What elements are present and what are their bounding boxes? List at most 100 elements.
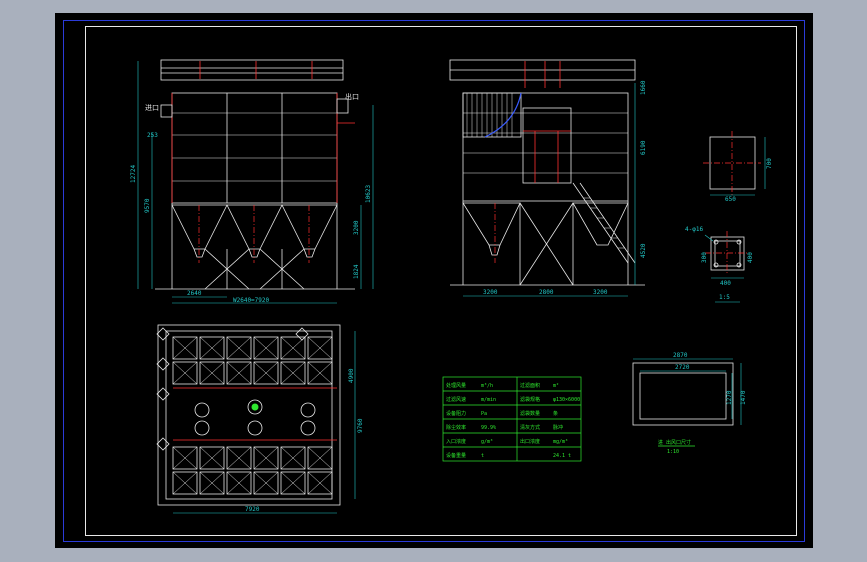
dim-bottom-total: W2640=7920 (233, 297, 270, 304)
plan-marker (251, 403, 259, 411)
filter-cell (253, 336, 279, 360)
detail-a: 700 650 (703, 131, 773, 203)
dim-side-bottom-mid: 2800 (539, 289, 554, 296)
dim-side-mid: 6190 (640, 140, 647, 155)
spec-cell: 滤袋规格 (520, 396, 540, 403)
dim-side-low: 4520 (640, 243, 647, 258)
dim-level-a: 253 (147, 132, 158, 139)
filter-cell (172, 336, 198, 360)
side-hopper-2 (572, 202, 629, 246)
detail-c-caption: 进 出风口尺寸 (658, 439, 691, 446)
spec-cell: 24.1 t (553, 453, 571, 459)
filter-cell (199, 336, 225, 360)
dim-side-top: 1660 (640, 80, 647, 95)
plan-width: 7920 (245, 506, 260, 513)
spec-cell: mg/m³ (553, 439, 568, 445)
spec-cell: 出口浓度 (520, 438, 540, 445)
front-housing (171, 92, 338, 204)
filter-cell (199, 471, 225, 495)
spec-cell: 除尘效率 (446, 424, 466, 431)
dim-side-bottom-right: 3200 (593, 289, 608, 296)
filter-cell (253, 446, 279, 470)
spec-cell: 处理风量 (446, 382, 466, 389)
filter-cell (226, 471, 252, 495)
plan-view: 7920 4900 9760 (156, 324, 364, 514)
detail-c-outer-width: 2870 (673, 352, 688, 359)
cad-viewport[interactable]: 进口 出口 253 12724 9570 10623 3200 1824 264… (55, 13, 813, 548)
detail-b-right: 400 (747, 252, 754, 263)
detail-b-callout: 4-φ16 (685, 226, 703, 233)
detail-c-inner-height: 1270 (726, 390, 733, 405)
side-housing (462, 92, 629, 202)
filter-cell (226, 361, 252, 385)
detail-c-scale: 1:10 (667, 449, 679, 455)
outlet-duct (336, 98, 349, 114)
filter-cell (307, 361, 333, 385)
filter-cell (280, 446, 306, 470)
detail-a-height: 700 (766, 158, 773, 169)
front-hopper-2 (226, 204, 283, 258)
spec-cell: 脉冲 (553, 424, 563, 431)
dim-level-b: 9570 (144, 198, 151, 213)
filter-cell (172, 446, 198, 470)
filter-cell (172, 361, 198, 385)
dim-leg-height: 1824 (353, 264, 360, 279)
filter-grid (172, 336, 333, 495)
spec-cell: 入口浓度 (446, 438, 466, 445)
spec-cell: m² (553, 383, 559, 389)
detail-b-left: 300 (701, 252, 708, 263)
spec-cell: m/min (481, 397, 496, 403)
detail-a-width: 650 (725, 196, 736, 203)
filter-cell (199, 361, 225, 385)
spec-cell: m³/h (481, 383, 493, 389)
side-elevation: 1660 6190 4520 3200 2800 3200 (449, 59, 647, 297)
dim-hopper-height: 3200 (353, 220, 360, 235)
dim-side-bottom-left: 3200 (483, 289, 498, 296)
drawing-canvas: 进口 出口 253 12724 9570 10623 3200 1824 264… (130, 59, 773, 514)
filter-cell (253, 471, 279, 495)
spec-cell: t (481, 453, 484, 459)
detail-c-inner-width: 2720 (675, 364, 690, 371)
filter-cell (280, 471, 306, 495)
dim-bottom-left: 2640 (187, 290, 202, 297)
filter-cell (253, 361, 279, 385)
filter-cell (199, 446, 225, 470)
inlet-duct (160, 104, 173, 118)
plan-right-bottom: 9760 (357, 418, 364, 433)
detail-b-tag: 1:5 (719, 294, 730, 301)
filter-cell (226, 446, 252, 470)
filter-cell (307, 471, 333, 495)
front-hopper-3 (281, 204, 338, 258)
detail-b-bottom: 400 (720, 280, 731, 287)
inlet-label: 进口 (145, 104, 159, 112)
filter-cell (172, 471, 198, 495)
plan-right-top: 4900 (348, 368, 355, 383)
spec-table: 处理风量 m³/h 过滤面积 m² 过滤风速 m/min 滤袋规格 φ130×6000 设备阻力… (442, 376, 582, 462)
filter-cell (280, 361, 306, 385)
filter-cell (280, 336, 306, 360)
front-hopper-1 (171, 204, 228, 258)
filter-cell (307, 336, 333, 360)
detail-b: 4-φ16 300 400 400 1:5 (685, 226, 754, 303)
spec-cell: φ130×6000 (553, 397, 580, 403)
spec-cell: 过滤风速 (446, 396, 466, 403)
filter-cell (226, 336, 252, 360)
detail-c-outer-height: 1470 (740, 390, 747, 405)
detail-c: 2870 2720 1270 1470 进 出风口尺寸 1:10 (632, 352, 747, 455)
dim-total-height: 12724 (130, 165, 137, 183)
spec-cell: 过滤面积 (520, 382, 540, 389)
outlet-label: 出口 (345, 92, 359, 101)
spec-cell: 设备重量 (446, 452, 466, 459)
front-elevation: 进口 出口 253 12724 9570 10623 3200 1824 264… (130, 59, 374, 304)
spec-cell: 条 (553, 410, 558, 417)
spec-cell: 设备阻力 (446, 410, 466, 417)
dim-right-height: 10623 (365, 185, 372, 203)
side-hopper-1 (462, 202, 521, 256)
filter-cell (307, 446, 333, 470)
spec-cell: g/m³ (481, 439, 493, 445)
hatched-panel (462, 92, 522, 138)
spec-cell: 99.9% (481, 425, 496, 431)
front-top-railing (160, 59, 344, 81)
spec-cell: 滤袋数量 (520, 410, 540, 417)
spec-cell: Pa (481, 411, 487, 417)
